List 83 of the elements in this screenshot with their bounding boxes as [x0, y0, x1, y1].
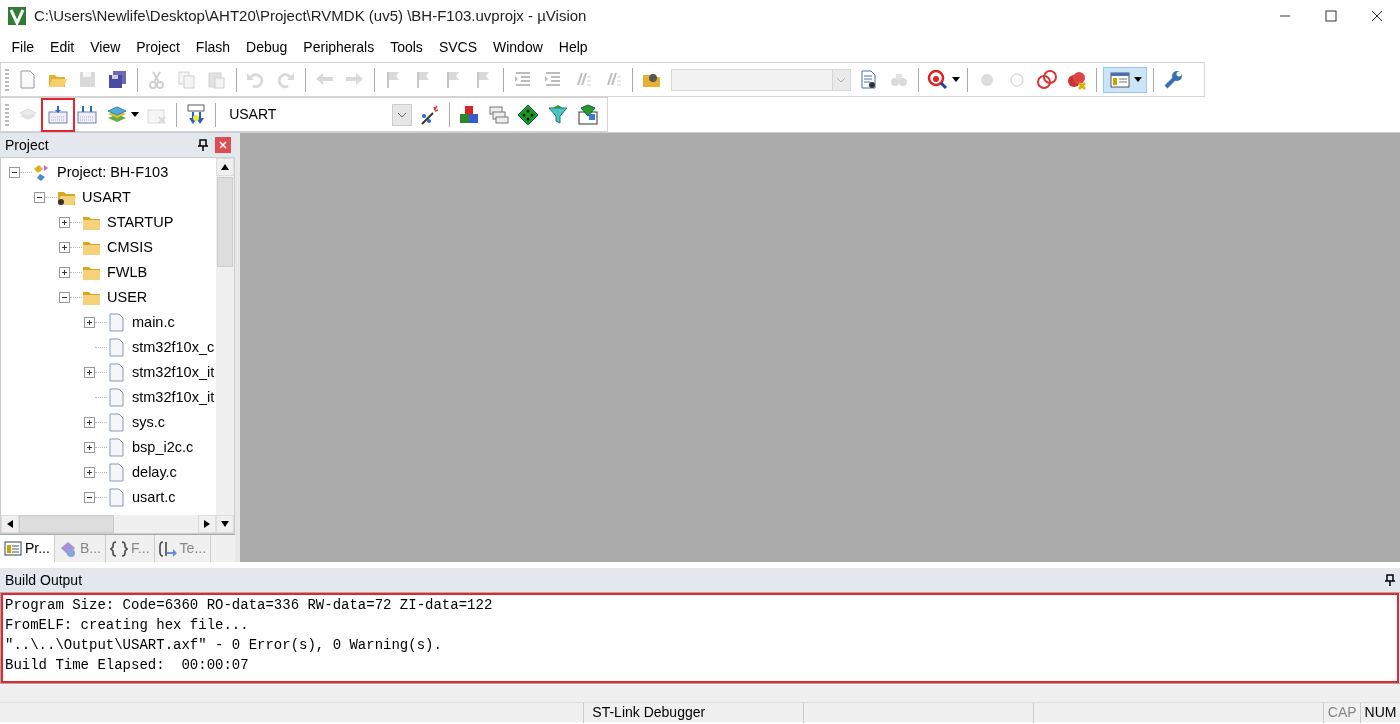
tree-item[interactable]: stm32f10x_it	[132, 386, 215, 409]
diamond-icon	[517, 103, 540, 126]
menu-item[interactable]: Tools	[382, 32, 431, 62]
stacked-windows-icon	[487, 103, 510, 126]
tree-item[interactable]: USER	[107, 286, 148, 309]
menu-item[interactable]: Edit	[42, 32, 83, 62]
tree-item[interactable]: stm32f10x_c	[132, 336, 215, 359]
tree-item[interactable]: delay.c	[132, 461, 177, 484]
file-icon	[107, 363, 126, 382]
tree-item[interactable]: FWLB	[107, 261, 148, 284]
copy-icon	[176, 68, 198, 91]
file-icon	[107, 313, 126, 332]
caret-icon	[1133, 77, 1142, 82]
panel-title: Build Output	[5, 570, 83, 590]
menu-item[interactable]: Debug	[238, 32, 296, 62]
download-icon	[184, 103, 207, 126]
braces-icon	[109, 539, 128, 558]
tree-item[interactable]: bsp_i2c.c	[132, 436, 194, 459]
build-icon	[46, 103, 69, 126]
status-indicator: NUM	[1364, 703, 1397, 722]
scroll-right-button[interactable]	[198, 515, 216, 533]
tree-item[interactable]: usart.c	[132, 486, 176, 509]
tree-item[interactable]: stm32f10x_it	[132, 361, 215, 384]
caret-icon	[951, 77, 960, 82]
menu-item[interactable]: Window	[485, 32, 551, 62]
panel-title: Project	[5, 135, 49, 155]
file-icon	[107, 388, 126, 407]
pin-icon	[198, 139, 208, 151]
close-icon	[1371, 10, 1383, 22]
scrollbar-thumb[interactable]	[217, 177, 233, 267]
up-arrow-icon	[221, 164, 229, 170]
output-line: Build Time Elapsed: 00:00:07	[5, 656, 250, 675]
scrollbar-thumb[interactable]	[19, 515, 114, 533]
menu-item[interactable]: Project	[128, 32, 188, 62]
right-arrow-icon	[204, 520, 210, 528]
panel-tab[interactable]: Pr...	[0, 535, 55, 562]
toolbar-grip[interactable]	[5, 68, 9, 91]
menu-item[interactable]: SVCS	[430, 32, 485, 62]
file-icon	[107, 413, 126, 432]
rebuild-icon	[76, 103, 99, 126]
tree-item[interactable]: Project: BH-F103	[57, 161, 169, 184]
down-arrow-icon	[221, 521, 229, 527]
scroll-down-button[interactable]	[216, 515, 234, 533]
menu-item[interactable]: Help	[550, 32, 596, 62]
file-icon	[107, 338, 126, 357]
window-title: C:\Users\Newlife\Desktop\AHT20\Project\RVMDK (uv5) \BH-F103.uvprojx - µVision	[34, 5, 587, 26]
menu-item[interactable]: Peripherals	[295, 32, 383, 62]
magnifier-icon	[926, 68, 949, 91]
floppy-disks-icon	[107, 68, 129, 91]
output-line: Program Size: Code=6360 RO-data=336 RW-data=72 ZI-data=122	[5, 596, 494, 615]
caret-icon	[130, 112, 139, 117]
left-arrow-icon	[7, 520, 13, 528]
colored-blocks-icon	[457, 103, 480, 126]
maximize-icon	[1325, 10, 1337, 22]
dropdown-button[interactable]	[391, 103, 412, 126]
tree-item[interactable]: main.c	[132, 311, 175, 334]
file-icon	[107, 488, 126, 507]
output-line: FromELF: creating hex file...	[5, 616, 250, 635]
file-icon	[107, 463, 126, 482]
file-icon	[107, 438, 126, 457]
tree-item[interactable]: CMSIS	[107, 236, 153, 259]
tree-item[interactable]: sys.c	[132, 411, 166, 434]
linked-rings-icon	[1036, 68, 1058, 91]
toolbar-grip[interactable]	[5, 103, 9, 126]
scroll-left-button[interactable]	[1, 515, 19, 533]
close-panel-button[interactable]	[215, 137, 231, 153]
menu-item[interactable]: View	[82, 32, 129, 62]
output-line: "..\..\Output\USART.axf" - 0 Error(s), 0 Warning(s).	[5, 636, 443, 655]
debugger-status: ST-Link Debugger	[592, 703, 706, 722]
pin-icon	[1385, 574, 1395, 586]
project-window-icon	[4, 539, 22, 558]
wrench-icon	[1162, 68, 1184, 91]
tree-item[interactable]: USART	[82, 186, 131, 209]
tree-item[interactable]: STARTUP	[107, 211, 174, 234]
close-icon	[219, 141, 227, 149]
menu-item[interactable]: Flash	[187, 32, 239, 62]
menu-item[interactable]: File	[3, 32, 43, 62]
scroll-up-button[interactable]	[216, 158, 234, 176]
funnel-icon	[547, 103, 570, 126]
target-name: USART	[229, 105, 277, 124]
status-indicator: CAP	[1327, 703, 1357, 722]
window-layout-button[interactable]	[1103, 66, 1147, 93]
app-logo-icon	[7, 6, 27, 26]
